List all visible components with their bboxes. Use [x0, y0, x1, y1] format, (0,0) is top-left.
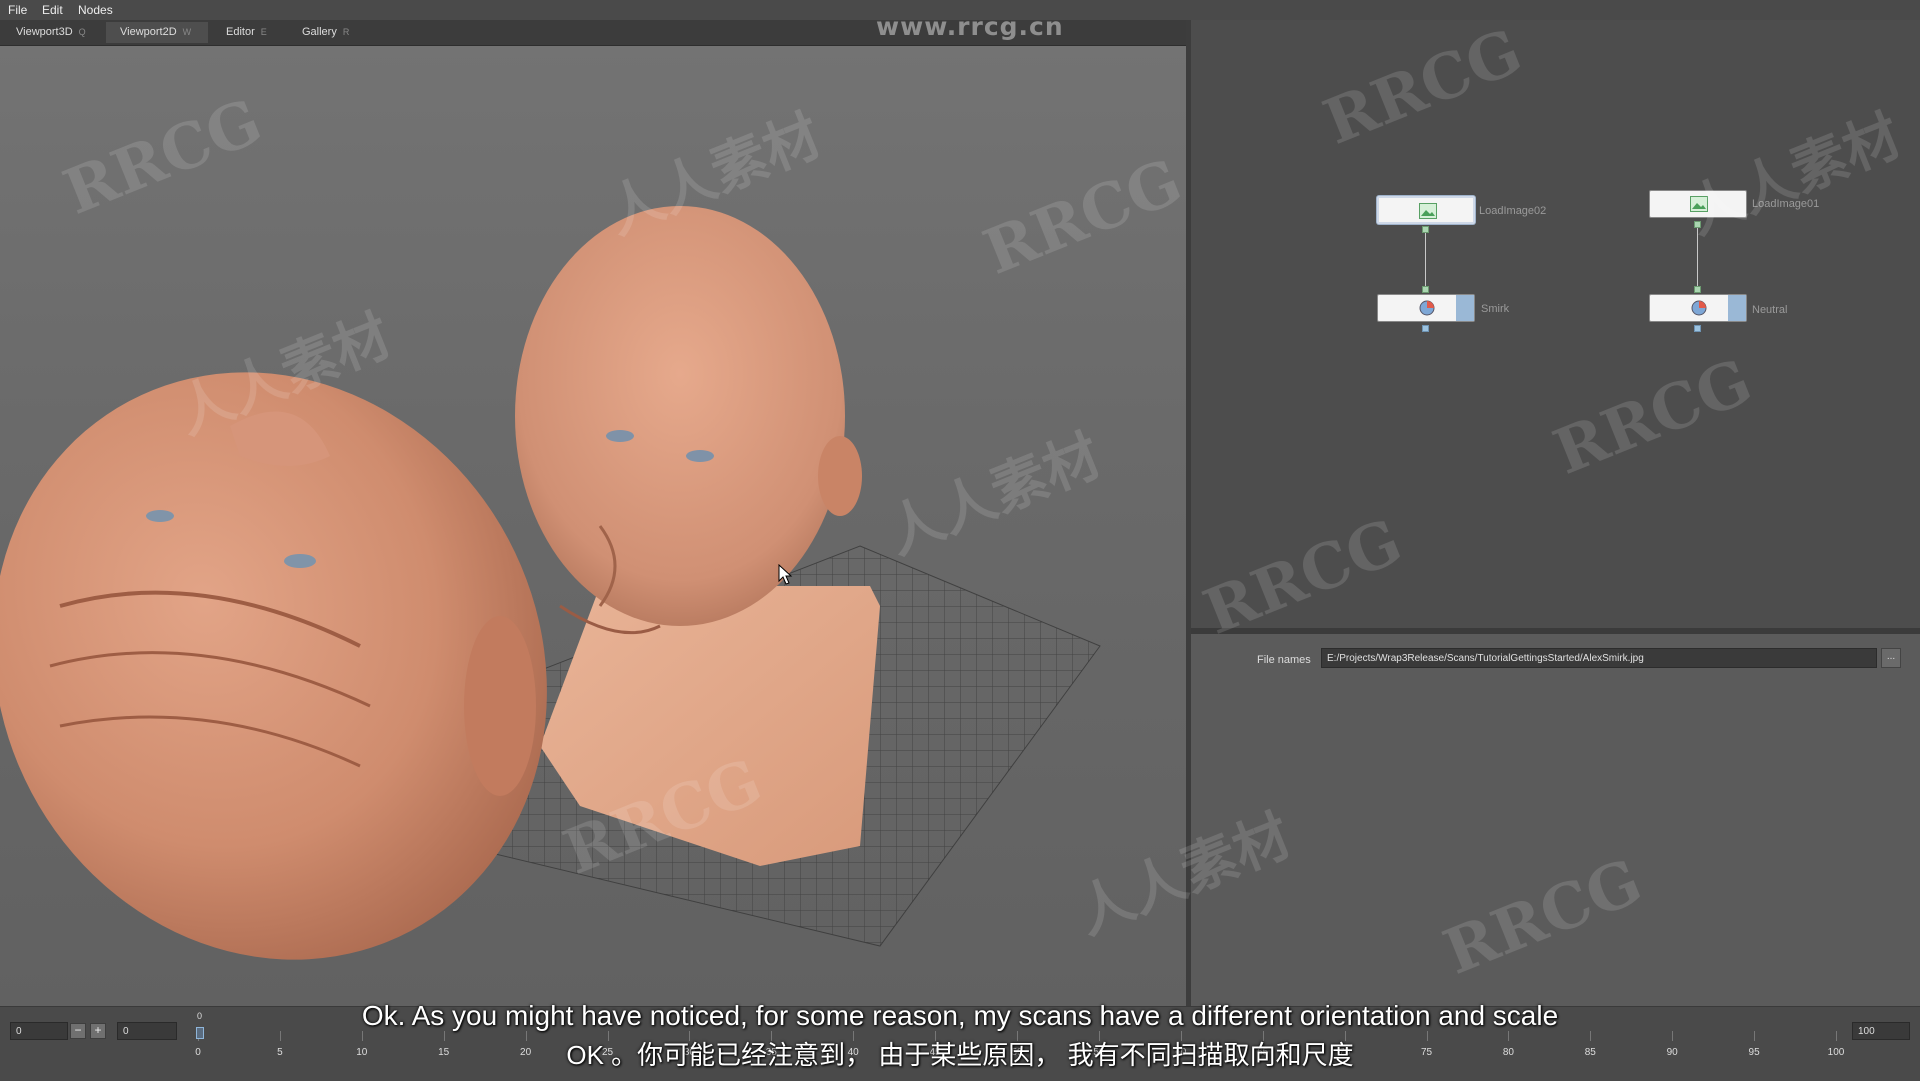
node-neutral[interactable]: [1649, 294, 1747, 322]
tab-label: Viewport2D: [120, 26, 177, 38]
image-icon: [1690, 196, 1708, 212]
mouse-cursor-icon: [778, 564, 793, 585]
menu-edit[interactable]: Edit: [42, 3, 63, 17]
subtitle-english: Ok. As you might have noticed, for some …: [361, 1000, 1559, 1031]
output-port[interactable]: [1422, 325, 1429, 332]
node-side-handle: [1728, 295, 1746, 321]
file-names-field[interactable]: [1321, 648, 1877, 668]
properties-panel: File names ...: [1191, 634, 1920, 1006]
tab-shortcut: W: [182, 27, 192, 37]
viewport-3d[interactable]: [0, 46, 1186, 1006]
tab-gallery[interactable]: Gallery R: [288, 22, 364, 43]
tab-viewport2d[interactable]: Viewport2D W: [106, 22, 208, 43]
tab-shortcut: R: [342, 27, 350, 37]
menu-file[interactable]: File: [8, 3, 27, 17]
tab-viewport3d[interactable]: Viewport3D Q: [2, 22, 102, 43]
tab-label: Viewport3D: [16, 26, 73, 38]
output-port[interactable]: [1694, 325, 1701, 332]
scan-head-neutral: [515, 206, 880, 866]
node-loadimage01[interactable]: [1649, 190, 1747, 218]
node-side-handle: [1456, 295, 1474, 321]
geometry-icon: [1691, 300, 1707, 316]
node-label-loadimage02: LoadImage02: [1479, 205, 1547, 217]
node-smirk[interactable]: [1377, 294, 1475, 322]
node-label-neutral: Neutral: [1752, 304, 1788, 316]
node-label-smirk: Smirk: [1481, 303, 1510, 315]
viewport-scene: [0, 206, 1101, 960]
node-label-loadimage01: LoadImage01: [1752, 198, 1820, 210]
node-editor[interactable]: LoadImage02 Smirk LoadImage01 Neutral: [1191, 20, 1920, 628]
input-port[interactable]: [1422, 286, 1429, 293]
tab-label: Gallery: [302, 26, 337, 38]
image-icon: [1419, 203, 1437, 219]
site-watermark: www.rrcg.cn: [876, 12, 1064, 41]
menu-nodes[interactable]: Nodes: [78, 3, 113, 17]
output-port[interactable]: [1694, 221, 1701, 228]
output-port[interactable]: [1422, 226, 1429, 233]
tab-label: Editor: [226, 26, 255, 38]
browse-button[interactable]: ...: [1881, 648, 1901, 668]
node-connection: [1425, 233, 1426, 289]
subtitle-chinese: OK 。你可能已经注意到， 由于某些原因， 我有不同扫描取向和尺度: [566, 1040, 1354, 1070]
tab-shortcut: E: [260, 27, 267, 37]
geometry-icon: [1419, 300, 1435, 316]
node-connection: [1697, 228, 1698, 289]
input-port[interactable]: [1694, 286, 1701, 293]
file-names-label: File names: [1257, 654, 1311, 666]
tab-editor[interactable]: Editor E: [212, 22, 282, 43]
node-loadimage02[interactable]: [1377, 196, 1475, 224]
tab-shortcut: Q: [78, 27, 86, 37]
